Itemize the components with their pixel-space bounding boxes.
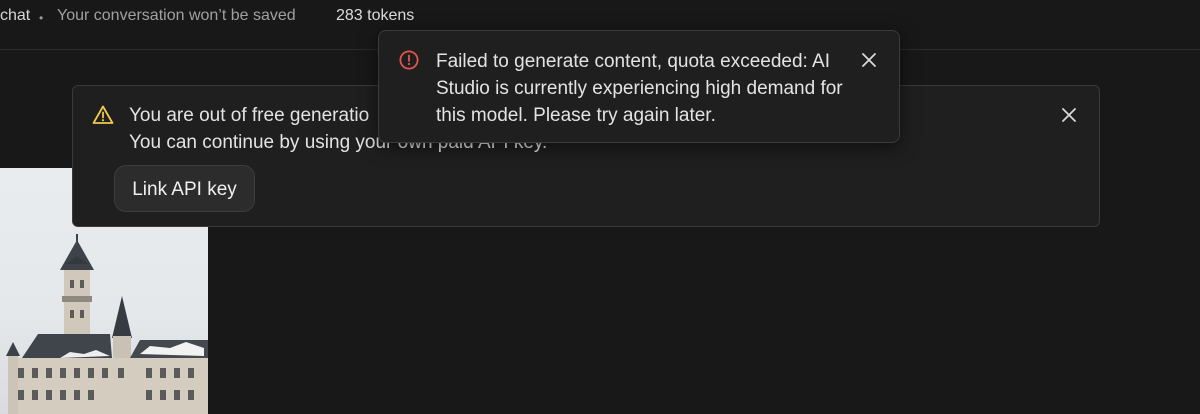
chat-title: chat [0, 7, 31, 24]
warning-triangle-icon [92, 104, 114, 126]
warning-line-1: You are out of free generatio [129, 105, 370, 126]
token-count: 283 tokens [336, 7, 415, 24]
temporary-chat-notice: Your conversation won’t be saved [57, 7, 296, 24]
close-icon[interactable] [1059, 105, 1079, 125]
link-api-key-button[interactable]: Link API key [114, 165, 255, 212]
close-icon[interactable] [859, 50, 879, 70]
error-circle-icon [398, 49, 420, 71]
app-page: chat • Your conversation won’t be saved … [0, 0, 1200, 414]
separator-dot: • [39, 11, 44, 25]
error-toast: Failed to generate content, quota exceed… [378, 30, 900, 143]
error-message: Failed to generate content, quota exceed… [436, 51, 843, 126]
